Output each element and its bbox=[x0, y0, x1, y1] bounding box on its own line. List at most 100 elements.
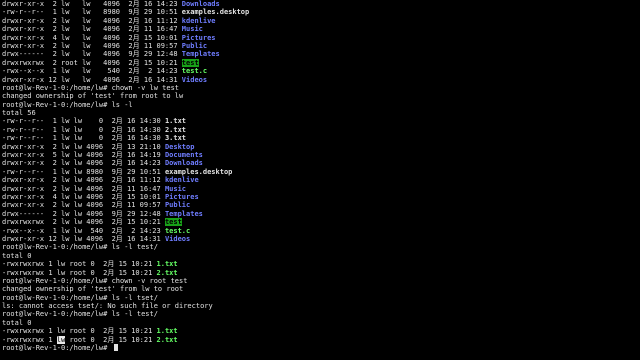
directory-name: Public bbox=[164, 201, 191, 210]
shell-prompt-line: root@lw-Rev-1-0:/home/lw# bbox=[2, 344, 638, 352]
terminal-line: root@lw-Rev-1-0:/home/lw# ls -l tset/ bbox=[2, 294, 638, 302]
file-name: 2.txt bbox=[156, 335, 178, 344]
line-text: drwxr-xr-x 12 lw lw 4096 2月 16 14:31 bbox=[2, 234, 165, 243]
terminal-line: -rwx--x--x 1 lw lw 540 2月 2 14:23 test.c bbox=[2, 67, 638, 75]
line-text: changed ownership of 'test' from root to… bbox=[2, 92, 184, 101]
line-text: total 0 bbox=[2, 251, 32, 260]
file-name: test bbox=[164, 218, 182, 227]
line-text: -rwxrwxrwx 1 lw root 0 2月 15 10:21 bbox=[2, 335, 157, 344]
terminal-line: drwx------ 2 lw lw 4096 9月 29 12:48 Temp… bbox=[2, 210, 638, 218]
directory-name: Downloads bbox=[181, 0, 220, 8]
terminal-line: root@lw-Rev-1-0:/home/lw# ls -l test/ bbox=[2, 243, 638, 251]
line-text: changed ownership of 'test' from lw to r… bbox=[2, 285, 184, 294]
terminal-line: ls: cannot access tset/: No such file or… bbox=[2, 302, 638, 310]
line-text: drwxr-xr-x 5 lw lw 4096 2月 16 14:19 bbox=[2, 151, 165, 160]
terminal-line: drwxr-xr-x 2 lw lw 4096 2月 11 09:57 Publ… bbox=[2, 201, 638, 209]
line-text: root@lw-Rev-1-0:/home/lw# ls -l tset/ bbox=[2, 293, 158, 302]
line-text: drwxrwxrwx 2 root lw 4096 2月 15 10:21 bbox=[2, 58, 182, 67]
line-text: drwxr-xr-x 2 lw lw 4096 2月 11 16:47 bbox=[2, 184, 165, 193]
file-name: test.c bbox=[181, 67, 208, 76]
file-name: 1.txt bbox=[164, 117, 187, 126]
file-name: test.c bbox=[164, 226, 191, 235]
text-selection[interactable]: lw bbox=[56, 335, 66, 344]
terminal-line: drwxr-xr-x 2 lw lw 4096 2月 16 11:12 kden… bbox=[2, 17, 638, 25]
terminal-line: -rwxrwxrwx 1 lw root 0 2月 15 10:21 1.txt bbox=[2, 260, 638, 268]
line-text: drwxr-xr-x 2 lw lw 4096 2月 11 09:57 bbox=[2, 41, 182, 50]
terminal-line: drwxr-xr-x 2 lw lw 4096 2月 16 11:12 kden… bbox=[2, 176, 638, 184]
line-text: ls: cannot access tset/: No such file or… bbox=[2, 302, 213, 311]
terminal-line: drwxr-xr-x 2 lw lw 4096 2月 11 16:47 Musi… bbox=[2, 185, 638, 193]
line-text: drwxr-xr-x 4 lw lw 4096 2月 15 10:01 bbox=[2, 33, 182, 42]
terminal-line: -rw-r--r-- 1 lw lw 8980 9月 29 10:51 exam… bbox=[2, 8, 638, 16]
line-text: root@lw-Rev-1-0:/home/lw# bbox=[2, 344, 112, 353]
terminal-line: drwxr-xr-x 5 lw lw 4096 2月 16 14:19 Docu… bbox=[2, 151, 638, 159]
file-name: examples.desktop bbox=[181, 8, 250, 17]
line-text: drwxr-xr-x 2 lw lw 4096 2月 11 09:57 bbox=[2, 201, 165, 210]
directory-name: Desktop bbox=[164, 142, 195, 151]
terminal-line: drwxr-xr-x 4 lw lw 4096 2月 15 10:01 Pict… bbox=[2, 193, 638, 201]
directory-name: Templates bbox=[164, 209, 203, 218]
file-name: examples.desktop bbox=[164, 167, 233, 176]
terminal-line: drwxrwxrwx 2 lw lw 4096 2月 15 10:21 test bbox=[2, 218, 638, 227]
line-text: root@lw-Rev-1-0:/home/lw# chown -v lw te… bbox=[2, 83, 180, 92]
line-text: root@lw-Rev-1-0:/home/lw# ls -l test/ bbox=[2, 310, 158, 319]
terminal-line: drwxr-xr-x 2 lw lw 4096 2月 11 09:57 Publ… bbox=[2, 42, 638, 50]
terminal-line: -rw-r--r-- 1 lw lw 0 2月 16 14:30 1.txt bbox=[2, 117, 638, 125]
file-name: 3.txt bbox=[164, 134, 187, 143]
line-text: drwxr-xr-x 2 lw lw 4096 2月 16 11:12 bbox=[2, 176, 165, 185]
text-cursor bbox=[113, 344, 118, 352]
directory-name: Music bbox=[181, 25, 203, 34]
line-text: root@lw-Rev-1-0:/home/lw# chown -v root … bbox=[2, 276, 188, 285]
line-text: -rw-r--r-- 1 lw lw 0 2月 16 14:30 bbox=[2, 125, 165, 134]
terminal-line: root@lw-Rev-1-0:/home/lw# chown -v lw te… bbox=[2, 84, 638, 92]
directory-name: Music bbox=[164, 184, 187, 193]
terminal-line: drwx------ 2 lw lw 4096 9月 29 12:48 Temp… bbox=[2, 50, 638, 58]
terminal-line: root@lw-Rev-1-0:/home/lw# chown -v root … bbox=[2, 277, 638, 285]
line-text: drwxr-xr-x 4 lw lw 4096 2月 15 10:01 bbox=[2, 192, 165, 201]
terminal-line: -rwx--x--x 1 lw lw 540 2月 2 14:23 test.c bbox=[2, 227, 638, 235]
directory-name: Templates bbox=[181, 50, 220, 59]
terminal-line: drwxr-xr-x 2 lw lw 4096 2月 11 16:47 Musi… bbox=[2, 25, 638, 33]
terminal-line: total 56 bbox=[2, 109, 638, 117]
line-text: -rw-r--r-- 1 lw lw 0 2月 16 14:30 bbox=[2, 134, 165, 143]
terminal-window[interactable]: drwxr-xr-x 2 lw lw 4096 2月 16 14:23 Down… bbox=[0, 0, 640, 360]
directory-name: kdenlive bbox=[181, 16, 216, 25]
terminal-line: changed ownership of 'test' from root to… bbox=[2, 92, 638, 100]
line-text: -rwxrwxrwx 1 lw root 0 2月 15 10:21 bbox=[2, 268, 157, 277]
terminal-line: drwxr-xr-x 2 lw lw 4096 2月 16 14:23 Down… bbox=[2, 0, 638, 8]
terminal-line: -rw-r--r-- 1 lw lw 8980 9月 29 10:51 exam… bbox=[2, 168, 638, 176]
terminal-line: root@lw-Rev-1-0:/home/lw# ls -l bbox=[2, 101, 638, 109]
line-text: -rwxrwxrwx 1 lw root 0 2月 15 10:21 bbox=[2, 260, 157, 269]
line-text: -rwx--x--x 1 lw lw 540 2月 2 14:23 bbox=[2, 67, 182, 76]
directory-name: Videos bbox=[181, 75, 208, 84]
line-text: -rw-r--r-- 1 lw lw 8980 9月 29 10:51 bbox=[2, 167, 165, 176]
directory-name: kdenlive bbox=[164, 176, 199, 185]
line-text: drwxr-xr-x 12 lw lw 4096 2月 16 14:31 bbox=[2, 75, 182, 84]
line-text: total 0 bbox=[2, 318, 32, 327]
line-text: drwxrwxrwx 2 lw lw 4096 2月 15 10:21 bbox=[2, 218, 165, 227]
terminal-line: drwxr-xr-x 4 lw lw 4096 2月 15 10:01 Pict… bbox=[2, 34, 638, 42]
terminal-line: -rwxrwxrwx 1 lw root 0 2月 15 10:21 2.txt bbox=[2, 335, 638, 344]
terminal-line: -rw-r--r-- 1 lw lw 0 2月 16 14:30 2.txt bbox=[2, 126, 638, 134]
terminal-line: total 0 bbox=[2, 252, 638, 260]
file-name: 1.txt bbox=[156, 260, 178, 269]
terminal-output: drwxr-xr-x 2 lw lw 4096 2月 16 14:23 Down… bbox=[2, 0, 638, 352]
directory-name: Downloads bbox=[164, 159, 203, 168]
terminal-line: drwxr-xr-x 2 lw lw 4096 2月 13 21:10 Desk… bbox=[2, 143, 638, 151]
terminal-line: drwxrwxrwx 2 root lw 4096 2月 15 10:21 te… bbox=[2, 58, 638, 67]
line-text: drwx------ 2 lw lw 4096 9月 29 12:48 bbox=[2, 209, 165, 218]
file-name: test bbox=[181, 58, 199, 67]
line-text: total 56 bbox=[2, 109, 36, 118]
terminal-line: total 0 bbox=[2, 319, 638, 327]
terminal-line: drwxr-xr-x 12 lw lw 4096 2月 16 14:31 Vid… bbox=[2, 76, 638, 84]
terminal-line: -rwxrwxrwx 1 lw root 0 2月 15 10:21 2.txt bbox=[2, 269, 638, 277]
terminal-line: drwxr-xr-x 2 lw lw 4096 2月 16 14:23 Down… bbox=[2, 159, 638, 167]
file-name: 1.txt bbox=[156, 327, 178, 336]
line-text: -rw-r--r-- 1 lw lw 8980 9月 29 10:51 bbox=[2, 8, 182, 17]
line-text: root@lw-Rev-1-0:/home/lw# ls -l bbox=[2, 100, 133, 109]
directory-name: Pictures bbox=[181, 33, 216, 42]
line-text: drwxr-xr-x 2 lw lw 4096 2月 16 11:12 bbox=[2, 16, 182, 25]
directory-name: Documents bbox=[164, 151, 203, 160]
line-text: -rwxrwxrwx 1 lw root 0 2月 15 10:21 bbox=[2, 327, 157, 336]
terminal-line: changed ownership of 'test' from lw to r… bbox=[2, 285, 638, 293]
